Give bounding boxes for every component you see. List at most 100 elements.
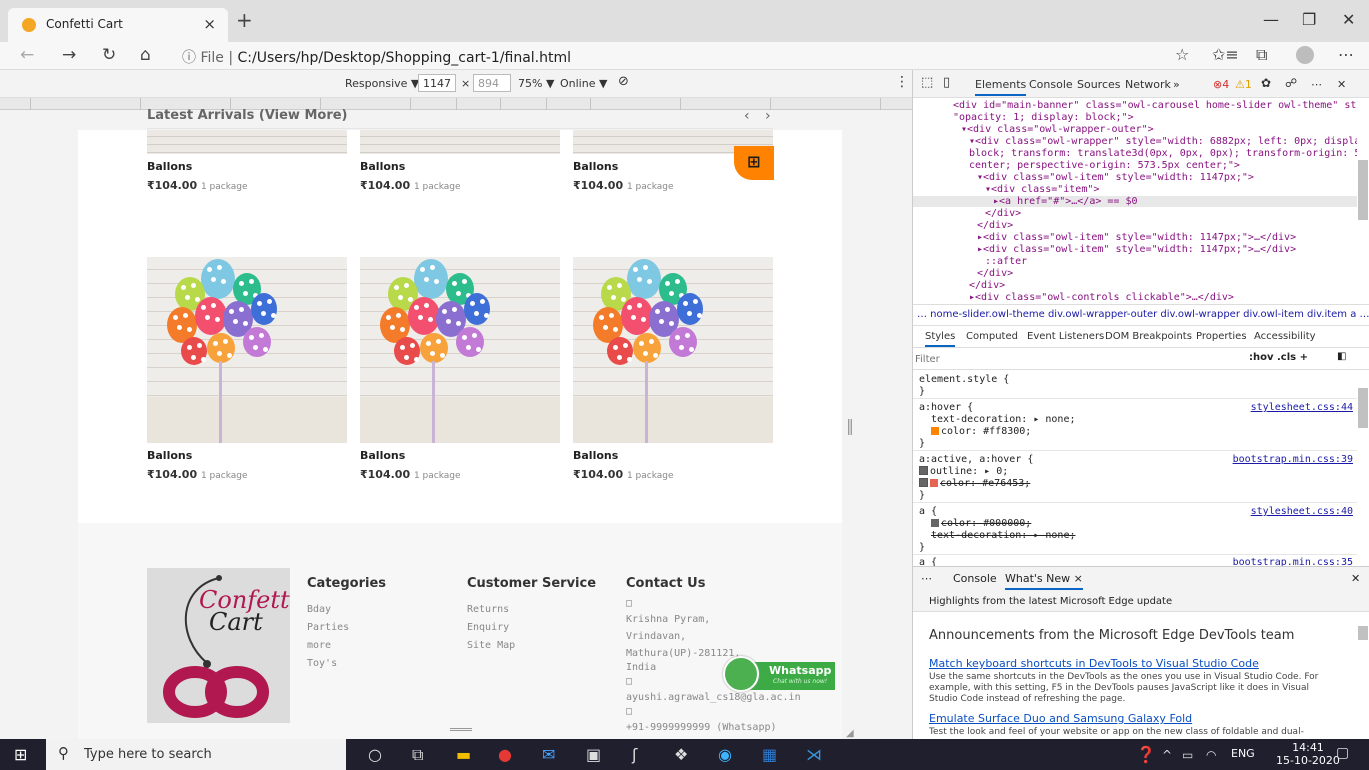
rule-property-overridden[interactable]: text-decoration: ▸ none; — [931, 530, 1076, 541]
chrome-icon[interactable]: ● — [498, 745, 512, 764]
dom-node-line[interactable]: <div id="main-banner" class="owl-carouse… — [953, 100, 1357, 111]
contact-phone[interactable]: +91-9999999999 (Whatsapp) — [626, 722, 777, 733]
wifi-icon[interactable]: ◠ — [1206, 748, 1216, 762]
mail-icon[interactable]: ✉ — [542, 745, 555, 764]
favorite-star-icon[interactable]: ☆ — [1175, 45, 1189, 64]
site-info-icon[interactable]: ⓘ File | — [182, 50, 233, 66]
footer-link-more[interactable]: more — [307, 640, 331, 651]
back-button[interactable]: ← — [20, 45, 34, 65]
tab-network[interactable]: Network — [1125, 78, 1171, 91]
dom-node-line[interactable]: ▾<div class="owl-wrapper-outer"> — [961, 124, 1154, 135]
dom-node-line[interactable]: ▾<div class="owl-item" style="width: 114… — [977, 172, 1254, 183]
site-logo[interactable]: Confetti Cart — [147, 568, 297, 723]
dom-tree[interactable]: <div id="main-banner" class="owl-carouse… — [913, 98, 1357, 304]
throttle-select[interactable]: Online ▼ — [560, 77, 607, 90]
tab-styles[interactable]: Styles — [925, 331, 956, 347]
footer-link-sitemap[interactable]: Site Map — [467, 640, 515, 651]
cortana-icon[interactable]: ○ — [368, 745, 382, 764]
dom-node-line[interactable]: ▾<div class="owl-wrapper" style="width: … — [969, 136, 1357, 147]
viewport-height-input[interactable]: 894 — [473, 74, 511, 92]
settings-gear-icon[interactable]: ✿ — [1261, 76, 1271, 90]
dom-node-line[interactable]: </div> — [977, 220, 1013, 231]
product-image-top-2[interactable] — [360, 130, 560, 154]
dom-node-line[interactable]: ▸<a href="#">…</a> == $0 — [913, 196, 1357, 207]
product-image-1[interactable] — [147, 257, 347, 443]
dom-node-line[interactable]: ▸<div class="owl-item" style="width: 114… — [977, 232, 1296, 243]
vscode-icon[interactable]: ⋊ — [806, 745, 822, 764]
rule-source-link[interactable]: bootstrap.min.css:35 — [1233, 557, 1353, 566]
taskbar-search[interactable]: ⚲ Type here to search — [46, 739, 346, 770]
latest-arrivals-heading[interactable]: Latest Arrivals (View More) — [147, 108, 348, 123]
favorites-list-icon[interactable]: ✩≡ — [1212, 45, 1239, 64]
viewport-width-input[interactable]: 1147 — [418, 74, 456, 92]
footer-link-enquiry[interactable]: Enquiry — [467, 622, 509, 633]
new-tab-button[interactable]: + — [236, 8, 253, 32]
drawer-menu-icon[interactable]: ⋯ — [921, 572, 932, 585]
tab-dom-breakpoints[interactable]: DOM Breakpoints — [1105, 331, 1192, 342]
dom-node-line[interactable]: center; perspective-origin: 573.5px cent… — [969, 160, 1240, 171]
media-query-ruler[interactable] — [0, 98, 912, 110]
rule-property[interactable]: text-decoration: ▸ none; — [931, 414, 1076, 425]
dom-node-line[interactable]: </div> — [977, 268, 1013, 279]
zoom-select[interactable]: 75% ▼ — [518, 77, 554, 90]
language-indicator[interactable]: ENG — [1231, 747, 1255, 760]
tab-sources[interactable]: Sources — [1077, 78, 1121, 91]
rule-property[interactable]: color: #ff8300; — [931, 426, 1031, 437]
tab-event-listeners[interactable]: Event Listeners — [1027, 331, 1104, 342]
whats-new-link-2[interactable]: Emulate Surface Duo and Samsung Galaxy F… — [929, 712, 1192, 725]
device-select[interactable]: Responsive ▼ — [345, 77, 419, 90]
winamp-icon[interactable]: ʃ — [632, 745, 637, 764]
forward-button[interactable]: → — [62, 45, 76, 65]
tray-chevron-icon[interactable]: ^ — [1162, 748, 1172, 762]
dom-node-line[interactable]: ▸<div class="owl-controls clickable">…</… — [969, 292, 1234, 303]
help-icon[interactable]: ❓ — [1136, 745, 1156, 764]
styles-scrollbar[interactable] — [1358, 388, 1368, 428]
devtools-close-icon[interactable]: ✕ — [1337, 78, 1346, 91]
resize-handle-icon[interactable]: ‖ — [846, 416, 854, 435]
whats-new-link-1[interactable]: Match keyboard shortcuts in DevTools to … — [929, 657, 1259, 670]
dom-node-line[interactable]: ▾<div class="item"> — [985, 184, 1099, 195]
error-count-badge[interactable]: ⊗4 — [1213, 78, 1229, 91]
product-image-top-1[interactable] — [147, 130, 347, 154]
pseudo-class-toggles[interactable]: :hov .cls + — [1249, 352, 1308, 363]
drawer-tab-whats-new[interactable]: What's New × — [1005, 572, 1083, 590]
task-view-icon[interactable]: ⧉ — [412, 745, 423, 765]
home-button[interactable]: ⌂ — [140, 45, 151, 65]
device-toggle-icon[interactable]: ▯ — [943, 75, 950, 90]
dom-node-line[interactable]: </div> — [969, 280, 1005, 291]
settings-more-icon[interactable]: ⋯ — [1338, 45, 1354, 64]
warning-count-badge[interactable]: ⚠1 — [1235, 78, 1252, 91]
notifications-icon[interactable]: ▢ — [1336, 745, 1349, 761]
rotate-icon[interactable]: ⊘ — [618, 74, 629, 89]
rule-source-link[interactable]: bootstrap.min.css:39 — [1233, 454, 1353, 465]
css-rules-list[interactable]: element.style { } a:hover { stylesheet.c… — [913, 370, 1357, 566]
rule-source-link[interactable]: stylesheet.css:44 — [1251, 402, 1353, 413]
tab-console[interactable]: Console — [1029, 78, 1073, 91]
dom-scrollbar[interactable] — [1358, 160, 1368, 220]
url-field[interactable]: ⓘ File | C:/Users/hp/Desktop/Shopping_ca… — [182, 47, 571, 67]
rule-source-link[interactable]: stylesheet.css:40 — [1251, 506, 1353, 517]
rule-property-overridden[interactable]: color: #e76453; — [919, 478, 1030, 489]
drawer-close-icon[interactable]: ✕ — [1351, 572, 1360, 585]
viewport-corner-handle[interactable]: ◢ — [846, 728, 854, 739]
drawer-scrollbar[interactable] — [1358, 626, 1368, 640]
device-options-icon[interactable]: ⋮ — [895, 74, 909, 90]
footer-link-bday[interactable]: Bday — [307, 604, 331, 615]
carousel-prev-icon[interactable]: ‹ — [744, 108, 750, 124]
browser-tab[interactable]: Confetti Cart × — [8, 8, 228, 42]
product-card-3[interactable]: Ballons ₹104.00 1 package — [573, 449, 773, 481]
refresh-button[interactable]: ↻ — [102, 45, 116, 65]
tab-close-icon[interactable]: × — [203, 15, 216, 33]
maximize-button[interactable]: ❐ — [1302, 10, 1316, 29]
rule-property-overridden[interactable]: color: #000000; — [931, 518, 1031, 529]
product-image-3[interactable] — [573, 257, 773, 443]
product-image-2[interactable] — [360, 257, 560, 443]
tab-elements[interactable]: Elements — [975, 78, 1027, 96]
product-card-1[interactable]: Ballons ₹104.00 1 package — [147, 449, 347, 481]
more-tabs-icon[interactable]: » — [1173, 78, 1180, 91]
close-window-button[interactable]: ✕ — [1342, 10, 1355, 29]
edge-icon[interactable]: ◉ — [718, 745, 732, 764]
dom-node-line[interactable]: "opacity: 1; display: block;"> — [953, 112, 1134, 123]
taskbar-clock[interactable]: 14:41 15-10-2020 — [1276, 741, 1340, 767]
viewport-bottom-handle[interactable] — [450, 728, 472, 731]
